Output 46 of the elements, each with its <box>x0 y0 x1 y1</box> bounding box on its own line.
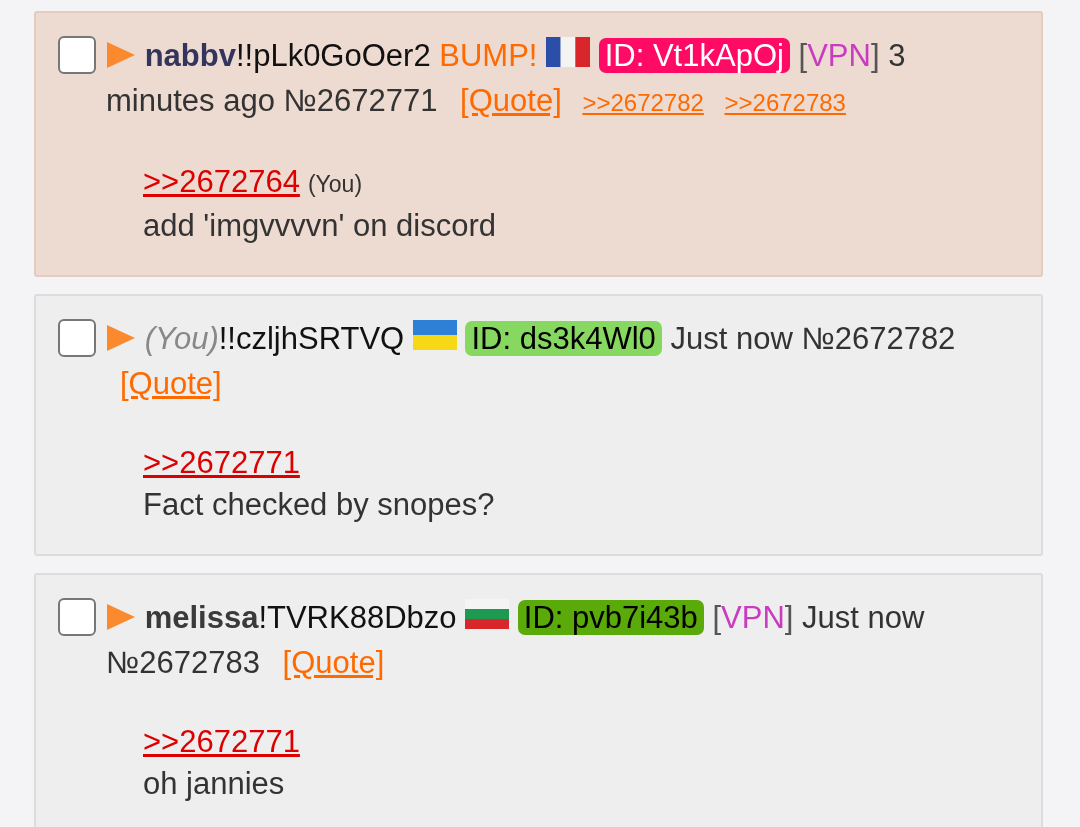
quote-link[interactable]: [Quote] <box>282 645 385 680</box>
flag-icon <box>465 599 510 629</box>
post-time: now <box>735 321 793 356</box>
post-text: Fact checked by snopes? <box>143 486 496 524</box>
backlink[interactable]: >>2672783 <box>724 89 846 116</box>
post-number: №2672771 <box>283 83 438 118</box>
post-text: oh jannies <box>143 765 286 803</box>
vpn-label: VPN <box>721 600 785 635</box>
reply-link[interactable]: >>2672764 <box>143 164 300 199</box>
bracket: [ <box>798 38 808 73</box>
bracket: [ <box>712 600 722 635</box>
checkbox[interactable] <box>58 319 96 357</box>
post-time: Just <box>802 600 859 635</box>
bracket: ] <box>784 600 794 635</box>
backlink[interactable]: >>2672782 <box>582 89 704 116</box>
you-label: (You) <box>307 171 363 197</box>
flag-icon <box>412 320 457 350</box>
poster-id: ID: ds3k4Wl0 <box>465 321 662 356</box>
bump-label: BUMP! <box>439 38 538 73</box>
quote-link[interactable]: [Quote] <box>120 366 222 401</box>
post-text: add 'imgvvvvn' on discord <box>143 207 497 245</box>
bracket: ] <box>870 38 880 73</box>
post-number: №2672783 <box>106 645 260 680</box>
tripcode: !!czljhSRTVQ <box>218 321 405 356</box>
reply-link[interactable]: >>2672771 <box>143 445 300 480</box>
post-time: 3 <box>888 38 906 73</box>
you-label: (You) <box>144 321 219 356</box>
reply-link[interactable]: >>2672771 <box>143 724 300 759</box>
post-time: Just <box>670 321 728 356</box>
vpn-label: VPN <box>807 38 871 73</box>
checkbox[interactable] <box>58 598 96 636</box>
triangle-icon <box>106 603 136 631</box>
poster-name: melissa <box>144 600 259 635</box>
tripcode: !!pLk0GoOer2 <box>235 38 431 73</box>
post-number: №2672782 <box>801 321 956 356</box>
triangle-icon <box>106 41 136 69</box>
triangle-icon <box>106 324 136 352</box>
post-time: now <box>867 600 925 635</box>
checkbox[interactable] <box>58 36 96 74</box>
poster-id: ID: pvb7i43b <box>517 600 704 635</box>
poster-name: nabbv <box>144 38 236 73</box>
flag-icon <box>546 37 591 67</box>
tripcode: !TVRK88Dbzo <box>258 600 457 635</box>
quote-link[interactable]: [Quote] <box>460 83 562 118</box>
post-time: minutes ago <box>106 83 275 118</box>
poster-id: ID: Vt1kApOj <box>598 38 790 73</box>
